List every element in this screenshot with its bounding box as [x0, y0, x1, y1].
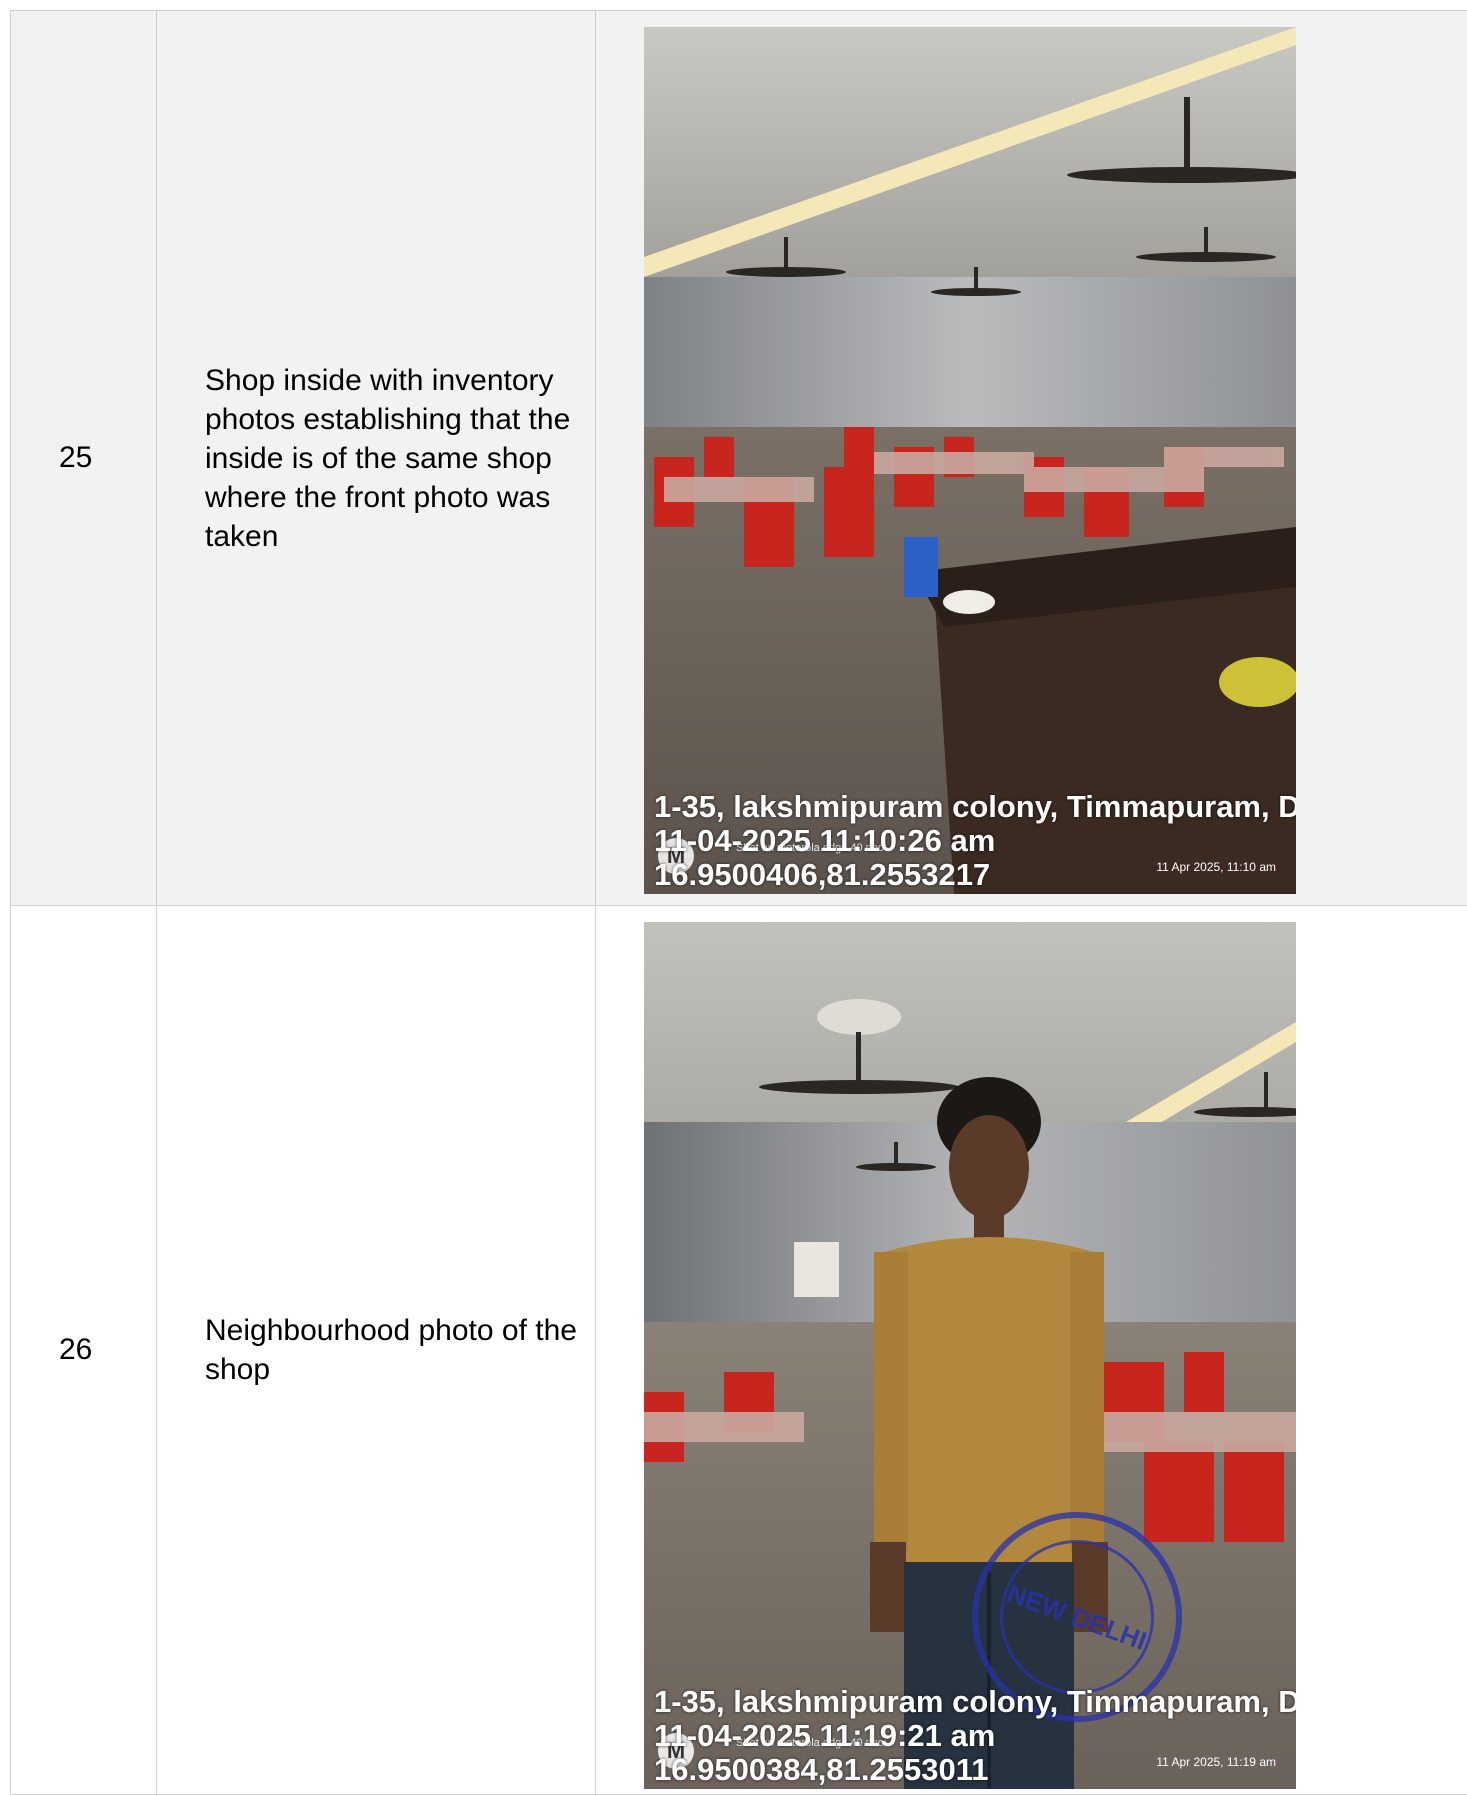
shopkeeper-photo: NEW DELHI M Shot on motorola edge 40 neo…	[644, 922, 1296, 1789]
row-number: 25	[10, 10, 157, 906]
photo-cell: NEW DELHI M Shot on motorola edge 40 neo…	[595, 905, 1467, 1795]
row-description: Shop inside with inventory photos establ…	[156, 10, 596, 906]
table-row: 25 Shop inside with inventory photos est…	[10, 10, 1467, 906]
photo-cell: M Shot on motorola edge 40 neo 1-35, lak…	[595, 10, 1467, 906]
row-description: Neighbourhood photo of the shop	[156, 905, 596, 1795]
table-row: 26 Neighbourhood photo of the shop NEW D…	[10, 905, 1467, 1795]
photo-coordinates-overlay: 16.9500384,81.2553011	[654, 1752, 989, 1787]
photo-datetime-overlay: 11-04-2025 11:10:26 am	[654, 823, 996, 858]
camera-timestamp: 11 Apr 2025, 11:10 am	[1156, 860, 1276, 874]
photo-table-page: 25 Shop inside with inventory photos est…	[10, 10, 1467, 1795]
photo-address-overlay: 1-35, lakshmipuram colony, Timmapuram, D	[654, 789, 1296, 824]
camera-timestamp: 11 Apr 2025, 11:19 am	[1156, 1755, 1276, 1769]
photo-coordinates-overlay: 16.9500406,81.2553217	[654, 857, 991, 892]
photo-address-overlay: 1-35, lakshmipuram colony, Timmapuram, D	[654, 1684, 1296, 1719]
row-number: 26	[10, 905, 157, 1795]
photo-table: 25 Shop inside with inventory photos est…	[10, 10, 1467, 1795]
photo-datetime-overlay: 11-04-2025 11:19:21 am	[654, 1718, 996, 1753]
restaurant-interior-photo: M Shot on motorola edge 40 neo 1-35, lak…	[644, 27, 1296, 894]
